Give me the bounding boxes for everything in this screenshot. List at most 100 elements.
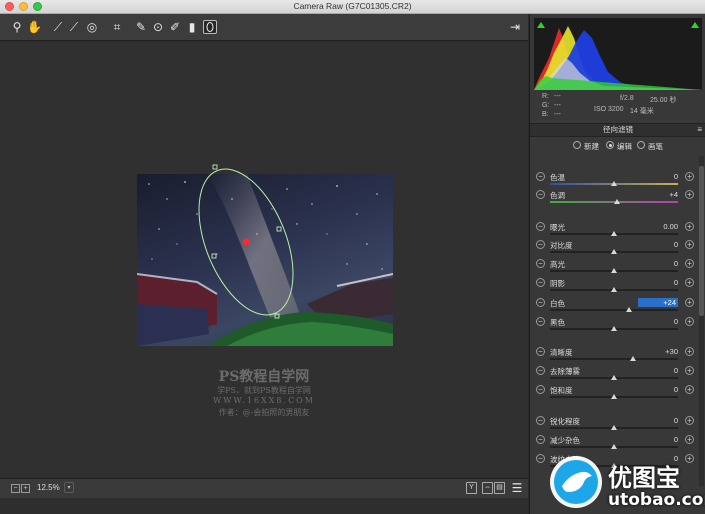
increase-button[interactable]: + (685, 435, 694, 444)
increase-button[interactable]: + (685, 416, 694, 425)
increase-button[interactable]: + (685, 172, 694, 181)
slider-value-field[interactable]: +4 (638, 190, 678, 199)
decrease-button[interactable]: − (536, 347, 545, 356)
slider-thumb[interactable] (611, 231, 617, 236)
slider-thumb[interactable] (611, 394, 617, 399)
slider-value-field[interactable]: +24 (638, 298, 678, 307)
decrease-button[interactable]: − (536, 416, 545, 425)
mode-new-label[interactable]: 新建 (584, 141, 599, 152)
slider-track[interactable] (550, 358, 678, 360)
decrease-button[interactable]: − (536, 317, 545, 326)
slider-value-field[interactable]: 0 (638, 259, 678, 268)
radial-filter-icon[interactable] (203, 20, 217, 34)
hand-icon[interactable]: ✋ (27, 20, 42, 34)
shadow-clipping-indicator[interactable] (537, 22, 545, 28)
preview-settings-icon[interactable]: ☰ (510, 481, 524, 495)
zoom-icon[interactable]: ⚲ (10, 20, 24, 34)
slider-value-field[interactable]: 0.00 (638, 222, 678, 231)
increase-button[interactable]: + (685, 347, 694, 356)
panel-menu-icon[interactable]: ≡ (697, 124, 702, 136)
shutter-speed: 25.00 秒 (650, 97, 677, 104)
photo-preview[interactable] (137, 174, 393, 346)
slider-row: − 高光 0 + (530, 257, 698, 277)
r-label: R: (542, 93, 549, 100)
slider-value-field[interactable]: 0 (638, 317, 678, 326)
slider-value-field[interactable]: 0 (638, 366, 678, 375)
slider-row: − 清晰度 +30 + (530, 345, 698, 365)
color-sampler-icon[interactable]: ⟋ (67, 20, 81, 34)
increase-button[interactable]: + (685, 317, 694, 326)
slider-label: 对比度 (550, 241, 573, 250)
decrease-button[interactable]: − (536, 435, 545, 444)
slider-value-field[interactable]: +30 (638, 347, 678, 356)
crop-icon[interactable]: ⌗ (110, 20, 124, 34)
slider-value-field[interactable]: 0 (638, 172, 678, 181)
image-canvas[interactable]: PS教程自学网 学PS，就到PS教程自学网 WWW.16XX8.COM 作者：@… (0, 42, 528, 478)
slider-label: 色调 (550, 191, 565, 200)
increase-button[interactable]: + (685, 222, 694, 231)
panel-scrollbar[interactable] (699, 156, 704, 486)
red-eye-icon[interactable]: ⊙ (151, 20, 165, 34)
slider-thumb[interactable] (611, 375, 617, 380)
slider-thumb[interactable] (611, 444, 617, 449)
slider-track[interactable] (550, 309, 678, 311)
copy-settings-button[interactable]: ▤ (494, 482, 505, 494)
slider-thumb[interactable] (611, 268, 617, 273)
slider-value-field[interactable]: 0 (638, 385, 678, 394)
decrease-button[interactable]: − (536, 259, 545, 268)
decrease-button[interactable]: − (536, 278, 545, 287)
increase-button[interactable]: + (685, 385, 694, 394)
increase-button[interactable]: + (685, 190, 694, 199)
mode-new-radio[interactable] (573, 141, 581, 149)
slider-thumb[interactable] (630, 356, 637, 361)
mode-edit-radio[interactable] (606, 141, 614, 149)
b-value: --- (554, 111, 561, 118)
slider-thumb[interactable] (611, 425, 617, 430)
logo-url: utobao.com (608, 490, 705, 510)
mode-edit-label[interactable]: 编辑 (617, 141, 632, 152)
adjustment-brush-icon[interactable]: ✐ (168, 20, 182, 34)
slider-value-field[interactable]: 0 (638, 416, 678, 425)
spot-removal-icon[interactable]: ✎ (134, 20, 148, 34)
slider-value-field[interactable]: 0 (638, 278, 678, 287)
status-bar (0, 498, 528, 514)
white-balance-icon[interactable]: ⟋ (51, 20, 65, 34)
decrease-button[interactable]: − (536, 190, 545, 199)
highlight-clipping-indicator[interactable] (691, 22, 699, 28)
decrease-button[interactable]: − (536, 366, 545, 375)
increase-button[interactable]: + (685, 278, 694, 287)
increase-button[interactable]: + (685, 298, 694, 307)
before-after-view-button[interactable]: Y (466, 482, 477, 494)
zoom-dropdown[interactable]: ▾ (64, 482, 74, 493)
slider-value-field[interactable]: 0 (638, 435, 678, 444)
slider-thumb[interactable] (613, 199, 620, 204)
mode-brush-radio[interactable] (637, 141, 645, 149)
r-value: --- (554, 93, 561, 100)
slider-row: − 白色 +24 + (530, 296, 698, 316)
slider-thumb[interactable] (626, 307, 633, 312)
mode-brush-label[interactable]: 画笔 (648, 141, 663, 152)
slider-thumb[interactable] (611, 249, 617, 254)
increase-button[interactable]: + (685, 240, 694, 249)
increase-button[interactable]: + (685, 366, 694, 375)
slider-row: − 锐化程度 0 + (530, 414, 698, 434)
decrease-button[interactable]: − (536, 454, 545, 463)
slider-thumb[interactable] (611, 181, 617, 186)
decrease-button[interactable]: − (536, 298, 545, 307)
graduated-filter-icon[interactable]: ▮ (185, 20, 199, 34)
slider-thumb[interactable] (611, 326, 617, 331)
slider-thumb[interactable] (611, 287, 617, 292)
export-icon[interactable]: ⇥ (508, 20, 522, 34)
scrollbar-thumb[interactable] (699, 166, 704, 316)
swap-settings-button[interactable]: ⇔ (482, 482, 493, 494)
decrease-button[interactable]: − (536, 240, 545, 249)
targeted-adjustment-icon[interactable]: ◎ (85, 20, 99, 34)
window-titlebar: Camera Raw (G7C01305.CR2) (0, 0, 705, 14)
increase-button[interactable]: + (685, 259, 694, 268)
decrease-button[interactable]: − (536, 172, 545, 181)
slider-value-field[interactable]: 0 (638, 240, 678, 249)
zoom-in-button[interactable]: + (21, 484, 30, 493)
decrease-button[interactable]: − (536, 222, 545, 231)
zoom-out-button[interactable]: − (11, 484, 20, 493)
decrease-button[interactable]: − (536, 385, 545, 394)
